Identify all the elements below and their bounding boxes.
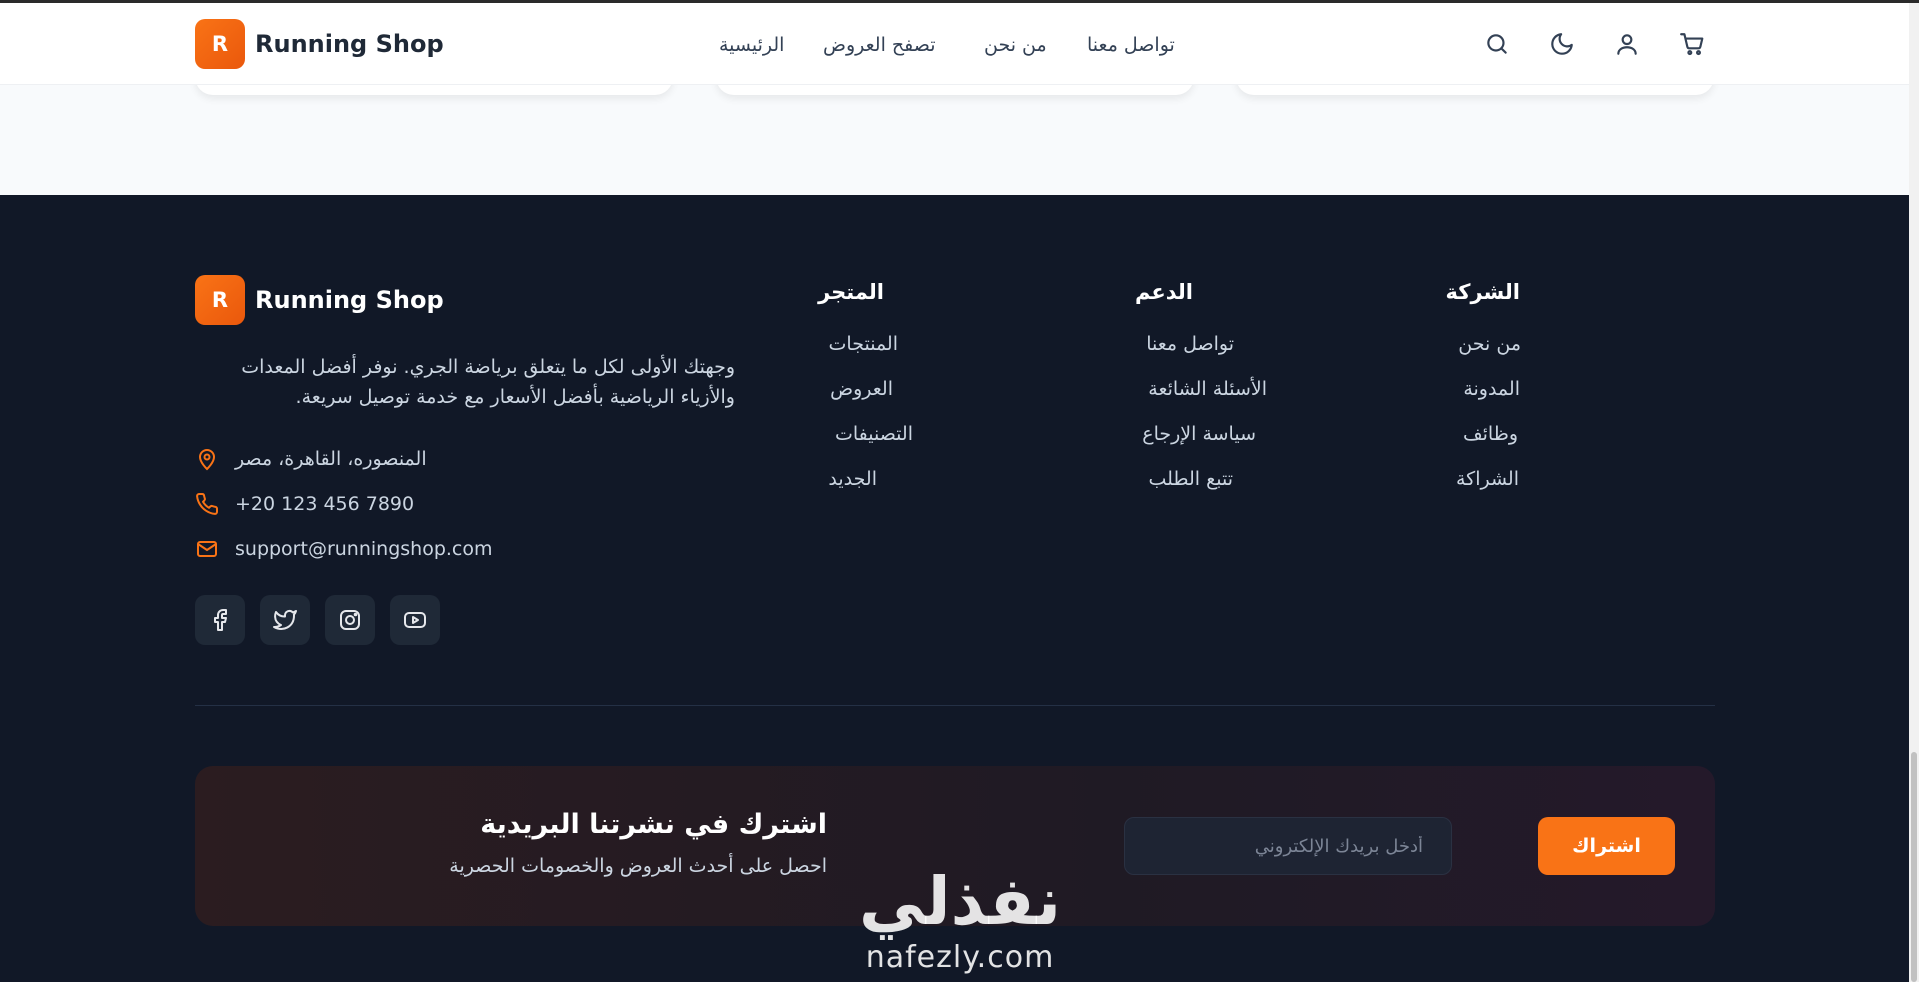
footer-link-categories[interactable]: التصنيفات [835, 423, 913, 445]
footer-divider [195, 705, 1715, 706]
footer-link-new[interactable]: الجديد [828, 468, 877, 490]
newsletter-subtitle: احصل على أحدث العروض والخصومات الحصرية [449, 855, 827, 877]
map-pin-icon [195, 447, 219, 471]
footer-link-blog[interactable]: المدونة [1463, 378, 1520, 400]
logo-icon[interactable]: R [195, 19, 245, 69]
nav-about[interactable]: من نحن [984, 34, 1047, 56]
footer-link-products[interactable]: المنتجات [829, 333, 898, 355]
footer-logo-icon[interactable]: R [195, 275, 245, 325]
logo-letter: R [211, 32, 229, 56]
moon-icon[interactable] [1549, 31, 1575, 57]
nav-contact[interactable]: تواصل معنا [1087, 34, 1175, 56]
footer-col-company-title: الشركة [1445, 280, 1520, 304]
watermark-latin: nafezly.com [865, 940, 1055, 975]
footer-link-careers[interactable]: وظائف [1463, 423, 1518, 445]
facebook-icon[interactable] [195, 595, 245, 645]
footer-link-offers[interactable]: العروض [830, 378, 893, 400]
twitter-icon[interactable] [260, 595, 310, 645]
footer-link-track-order[interactable]: تتبع الطلب [1148, 468, 1233, 490]
search-icon[interactable] [1484, 31, 1510, 57]
user-icon[interactable] [1614, 31, 1640, 57]
scrollbar-thumb[interactable] [1911, 752, 1917, 982]
footer-link-contact[interactable]: تواصل معنا [1146, 333, 1234, 355]
mail-icon [195, 537, 219, 561]
footer-col-store-title: المتجر [818, 280, 884, 304]
footer-link-partnership[interactable]: الشراكة [1456, 468, 1519, 490]
address-text: المنصوره، القاهرة، مصر [235, 448, 427, 470]
footer-about-text: وجهتك الأولى لكل ما يتعلق برياضة الجري. … [241, 356, 735, 408]
logo-letter: R [211, 288, 229, 312]
watermark-logo: نفذلي nafezly.com [845, 862, 1075, 974]
newsletter-email-input[interactable] [1124, 817, 1452, 875]
email-text[interactable]: support@runningshop.com [235, 538, 493, 560]
site-header: R Running Shop الرئيسية تصفح العروض من ن… [0, 3, 1909, 85]
phone-text[interactable]: +20 123 456 7890 [235, 493, 414, 515]
subscribe-button[interactable]: اشتراك [1538, 817, 1675, 875]
footer-link-about[interactable]: من نحن [1458, 333, 1521, 355]
newsletter-title: اشترك في نشرتنا البريدية [480, 809, 827, 840]
youtube-icon[interactable] [390, 595, 440, 645]
footer-link-returns[interactable]: سياسة الإرجاع [1142, 423, 1256, 445]
nav-home[interactable]: الرئيسية [719, 34, 784, 56]
watermark-arabic: نفذلي [859, 863, 1061, 940]
footer-link-faq[interactable]: الأسئلة الشائعة [1148, 378, 1267, 400]
brand-name[interactable]: Running Shop [255, 30, 444, 58]
footer-brand-name[interactable]: Running Shop [255, 286, 444, 314]
footer-col-support-title: الدعم [1134, 280, 1193, 304]
nav-offers[interactable]: تصفح العروض [823, 34, 936, 56]
instagram-icon[interactable] [325, 595, 375, 645]
phone-icon [195, 492, 219, 516]
cart-icon[interactable] [1679, 31, 1705, 57]
